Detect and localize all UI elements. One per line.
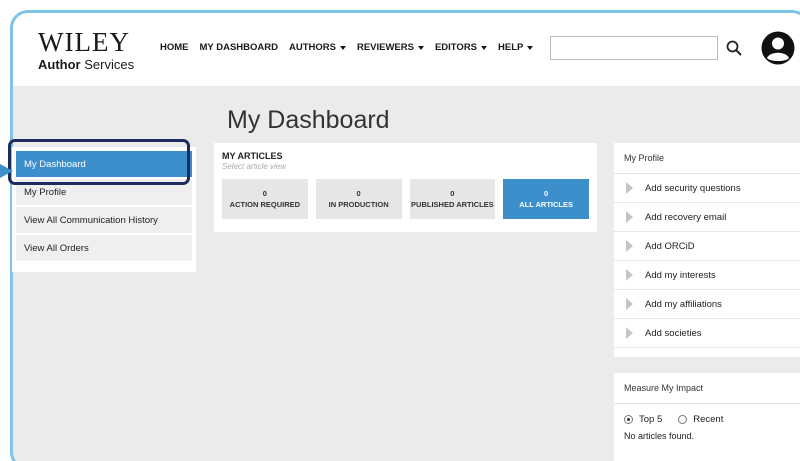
profile-item-security-questions[interactable]: Add security questions <box>614 174 800 203</box>
no-articles-message: No articles found. <box>624 431 695 441</box>
tile-in-production[interactable]: 0 IN PRODUCTION <box>315 179 402 219</box>
profile-item-societies[interactable]: Add societies <box>614 319 800 348</box>
caret-right-icon <box>626 211 633 223</box>
search-icon[interactable] <box>726 40 742 56</box>
main-nav: HOME MY DASHBOARD AUTHORS REVIEWERS EDIT… <box>160 42 544 53</box>
caret-right-icon <box>626 182 633 194</box>
nav-reviewers[interactable]: REVIEWERS <box>357 42 424 53</box>
radio-top5-label: Top 5 <box>639 414 663 425</box>
article-view-tiles: 0 ACTION REQUIRED 0 IN PRODUCTION 0 PUBL… <box>222 179 589 219</box>
chevron-down-icon <box>339 45 346 50</box>
profile-item-recovery-email[interactable]: Add recovery email <box>614 203 800 232</box>
user-avatar-icon[interactable] <box>761 31 795 65</box>
logo-subtitle: Author Services <box>38 57 135 72</box>
chevron-down-icon <box>481 45 488 50</box>
radio-recent-label: Recent <box>693 414 724 425</box>
impact-panel-title: Measure My Impact <box>614 373 800 404</box>
wiley-logo[interactable]: WILEY Author Services <box>38 27 135 73</box>
page-title: My Dashboard <box>227 106 390 134</box>
measure-impact-panel: Measure My Impact Top 5 Recent No articl… <box>614 373 800 461</box>
site-header: WILEY Author Services HOME MY DASHBOARD … <box>13 13 800 86</box>
sidebar-item-communication-history[interactable]: View All Communication History <box>16 207 192 233</box>
sidebar-item-all-orders[interactable]: View All Orders <box>16 235 192 261</box>
nav-authors[interactable]: AUTHORS <box>289 42 346 53</box>
caret-right-icon <box>626 327 633 339</box>
chevron-down-icon <box>417 45 424 50</box>
radio-recent[interactable] <box>678 415 688 424</box>
logo-wordmark: WILEY <box>38 27 130 57</box>
nav-help[interactable]: HELP <box>498 42 534 53</box>
tile-published-articles[interactable]: 0 PUBLISHED ARTICLES <box>409 179 496 219</box>
my-profile-panel: My Profile Add security questions Add re… <box>614 143 800 357</box>
caret-right-icon <box>626 298 633 310</box>
search-input[interactable] <box>550 36 718 60</box>
focus-highlight-box <box>8 139 190 185</box>
pointer-arrow-icon <box>0 164 13 178</box>
profile-panel-title: My Profile <box>614 143 800 174</box>
articles-subtitle: Select article view <box>222 162 287 171</box>
nav-my-dashboard[interactable]: MY DASHBOARD <box>200 42 278 53</box>
tile-all-articles[interactable]: 0 ALL ARTICLES <box>503 179 589 219</box>
impact-view-options: Top 5 Recent <box>614 404 800 425</box>
caret-right-icon <box>626 269 633 281</box>
chevron-down-icon <box>527 45 534 50</box>
tile-action-required[interactable]: 0 ACTION REQUIRED <box>222 179 308 219</box>
profile-item-affiliations[interactable]: Add my affiliations <box>614 290 800 319</box>
nav-editors[interactable]: EDITORS <box>435 42 488 53</box>
profile-item-orcid[interactable]: Add ORCiD <box>614 232 800 261</box>
my-articles-panel: MY ARTICLES Select article view 0 ACTION… <box>214 143 597 232</box>
profile-item-interests[interactable]: Add my interests <box>614 261 800 290</box>
articles-title: MY ARTICLES <box>222 151 283 161</box>
radio-top5[interactable] <box>624 415 633 424</box>
nav-home[interactable]: HOME <box>160 42 189 53</box>
caret-right-icon <box>626 240 633 252</box>
